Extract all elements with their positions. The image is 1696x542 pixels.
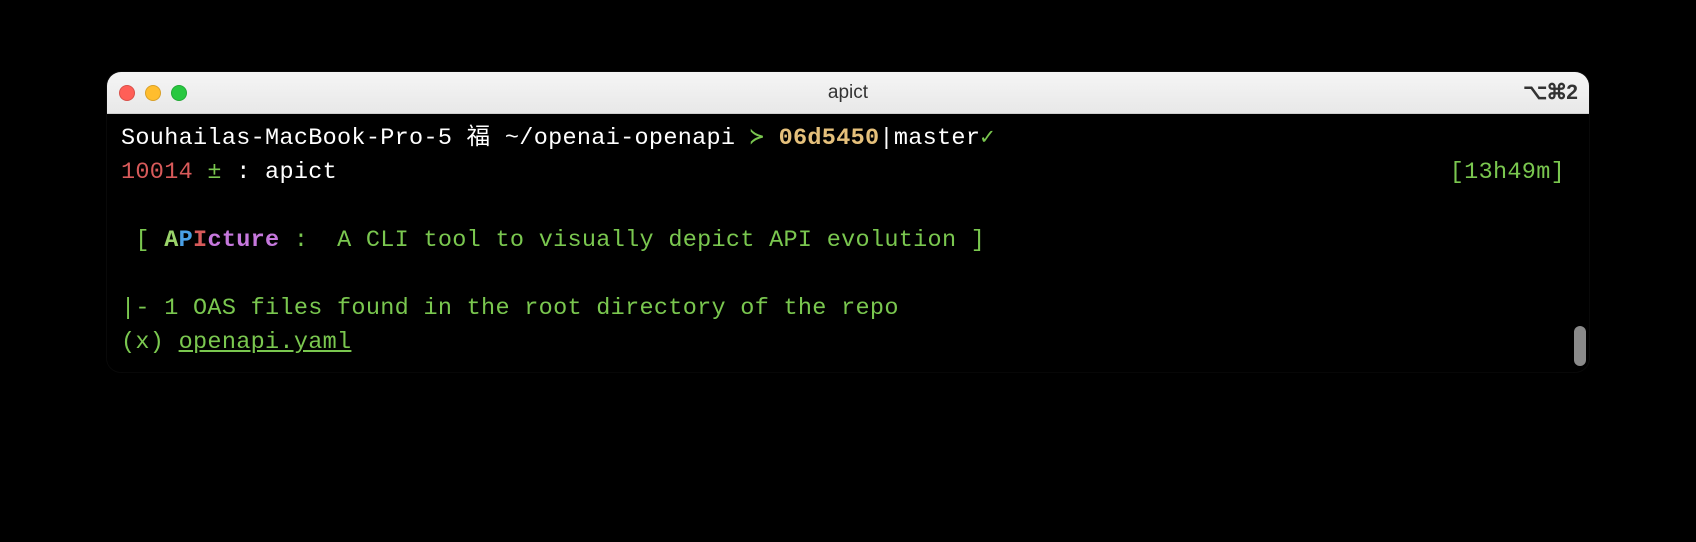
git-commit: 06d5450 <box>779 125 880 152</box>
minimize-icon[interactable] <box>145 85 161 101</box>
prompt-colon: : <box>236 159 250 186</box>
selector-marker: (x) <box>121 329 179 356</box>
tagline: A CLI tool to visually depict API evolut… <box>337 227 956 254</box>
hostname: Souhailas-MacBook-Pro-5 <box>121 125 452 152</box>
blank-line-2 <box>121 258 1575 292</box>
scrollbar[interactable] <box>1574 326 1586 366</box>
logo-letter-a: A <box>164 227 178 254</box>
luck-symbol: 福 <box>467 125 491 152</box>
check-icon: ✓ <box>980 125 994 152</box>
titlebar[interactable]: apict ⌥⌘2 <box>107 72 1589 114</box>
prompt-line-1: Souhailas-MacBook-Pro-5 福 ~/openai-opena… <box>121 122 1575 156</box>
logo-letter-p: P <box>179 227 193 254</box>
history-number: 10014 <box>121 159 193 186</box>
git-prompt-marker: ± <box>207 159 221 186</box>
git-branch: master <box>894 125 980 152</box>
separator: ≻ <box>750 125 764 152</box>
banner-line: [ APIcture : A CLI tool to visually depi… <box>121 224 1575 258</box>
oas-count-line: |- 1 OAS files found in the root directo… <box>121 292 1575 326</box>
close-icon[interactable] <box>119 85 135 101</box>
traffic-lights <box>119 85 187 101</box>
terminal-body[interactable]: Souhailas-MacBook-Pro-5 福 ~/openai-opena… <box>107 114 1589 372</box>
logo-cture: cture <box>207 227 279 254</box>
command-input[interactable]: apict <box>265 159 337 186</box>
file-row[interactable]: (x) openapi.yaml <box>121 326 1575 360</box>
window-title: apict <box>107 82 1589 104</box>
logo-letter-i: I <box>193 227 207 254</box>
path: ~/openai-openapi <box>505 125 735 152</box>
maximize-icon[interactable] <box>171 85 187 101</box>
oas-filename[interactable]: openapi.yaml <box>179 329 352 356</box>
prompt-line-2: 10014 ± : apict [13h49m] <box>121 156 1575 190</box>
timestamp: [13h49m] <box>1450 156 1565 190</box>
window-shortcut: ⌥⌘2 <box>1523 80 1577 105</box>
terminal-window: apict ⌥⌘2 Souhailas-MacBook-Pro-5 福 ~/op… <box>107 72 1589 372</box>
blank-line <box>121 190 1575 224</box>
